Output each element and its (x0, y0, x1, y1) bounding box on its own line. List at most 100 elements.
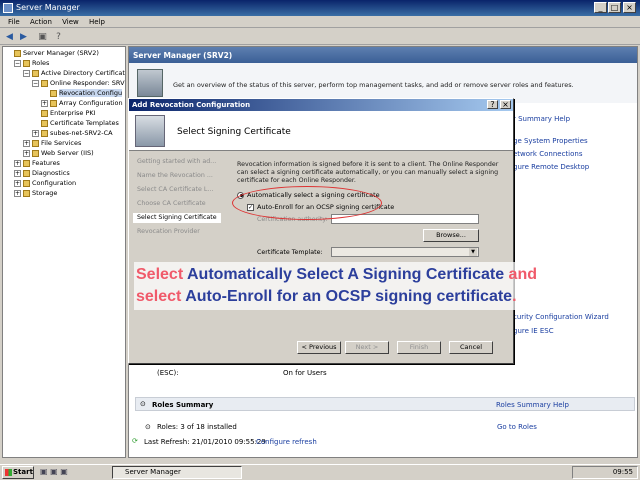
dialog-header: Select Signing Certificate (129, 111, 513, 151)
tree-node[interactable]: − Active Directory Certificate (23, 69, 126, 78)
tree-node-label: Active Directory Certificate (41, 69, 126, 77)
add-revocation-configuration-dialog: Add Revocation Configuration ? × Select … (128, 98, 514, 364)
menu-help[interactable]: Help (89, 16, 105, 28)
finish-button[interactable]: Finish (397, 341, 441, 354)
collapse-icon[interactable]: − (23, 69, 30, 77)
roles-count: Roles: 3 of 18 installed (157, 423, 237, 431)
window-title-bar[interactable]: Server Manager _ □ × (0, 0, 640, 16)
next-button[interactable]: Next > (345, 341, 389, 354)
dialog-title-bar[interactable]: Add Revocation Configuration ? × (129, 99, 513, 111)
tree-node[interactable]: + Storage (14, 189, 57, 198)
tree-node[interactable]: + Configuration (14, 179, 76, 188)
roles-collapse-icon[interactable]: ⊙ (145, 423, 151, 431)
refresh-icon[interactable]: ⟳ (132, 437, 138, 445)
tree-node[interactable]: Server Manager (SRV2) (5, 49, 99, 58)
template-select[interactable]: ▼ (331, 247, 479, 257)
tree-node-label: Server Manager (SRV2) (23, 49, 99, 57)
tree-node-label: Diagnostics (32, 169, 70, 177)
tree-node[interactable]: − Online Responder: SRV (32, 79, 125, 88)
expand-icon[interactable]: + (14, 189, 21, 197)
folder-icon (41, 109, 48, 117)
folder-icon (50, 89, 57, 97)
configure-refresh-link[interactable]: Configure refresh (256, 438, 317, 446)
tree-node[interactable]: + Diagnostics (14, 169, 70, 178)
quick-launch-icons[interactable]: ▣ ▣ ▣ (40, 467, 100, 478)
previous-button[interactable]: < Previous (297, 341, 341, 354)
roles-summary-header[interactable]: ⊙ Roles Summary Roles Summary Help (135, 397, 635, 411)
menu-file[interactable]: File (8, 16, 20, 28)
dialog-help-button[interactable]: ? (487, 100, 498, 109)
collapse-icon[interactable]: ⊙ (140, 400, 146, 408)
close-button[interactable]: × (623, 2, 636, 13)
start-button[interactable]: Start (2, 466, 34, 479)
menu-action[interactable]: Action (30, 16, 52, 28)
tree-node[interactable]: + Array Configuration (41, 99, 123, 108)
dialog-title: Add Revocation Configuration (132, 101, 251, 109)
folder-icon (23, 59, 30, 67)
maximize-button[interactable]: □ (608, 2, 621, 13)
dialog-heading: Select Signing Certificate (177, 127, 291, 137)
tree-node[interactable]: + File Services (23, 139, 81, 148)
window-title: Server Manager (16, 3, 80, 12)
taskbar-server-manager[interactable]: Server Manager (112, 466, 242, 479)
folder-icon (50, 99, 57, 107)
status-bar: ⟳ Last Refresh: 21/01/2010 09:55:29 Conf… (128, 436, 638, 448)
tutorial-caption: Select Automatically Select A Signing Ce… (134, 262, 584, 310)
security-config-wizard-link[interactable]: curity Configuration Wizard (513, 313, 609, 321)
expand-icon[interactable]: + (14, 159, 21, 167)
tree-node[interactable]: + Web Server (IIS) (23, 149, 94, 158)
tree-node-label: Storage (32, 189, 58, 197)
system-properties-link[interactable]: ge System Properties (513, 137, 588, 145)
wizard-step: Name the Revocation ... (137, 172, 213, 179)
summary-help-link[interactable]: r Summary Help (513, 115, 570, 123)
dialog-close-button[interactable]: × (500, 100, 511, 109)
up-folder-icon[interactable]: ▣ (36, 31, 49, 43)
wizard-step: Select CA Certificate L... (137, 186, 214, 193)
expand-icon[interactable]: + (41, 99, 48, 107)
folder-icon (14, 49, 21, 57)
network-connections-link[interactable]: etwork Connections (513, 150, 582, 158)
minimize-button[interactable]: _ (594, 2, 607, 13)
browse-button[interactable]: Browse... (423, 229, 479, 242)
help-icon[interactable]: ? (52, 31, 65, 43)
server-icon (137, 69, 163, 97)
folder-icon (32, 149, 39, 157)
collapse-icon[interactable]: − (32, 79, 39, 87)
expand-icon[interactable]: + (14, 179, 21, 187)
folder-icon (32, 139, 39, 147)
folder-icon (32, 69, 39, 77)
tree-node[interactable]: − Roles (14, 59, 49, 68)
folder-icon (41, 119, 48, 127)
remote-desktop-link[interactable]: gure Remote Desktop (513, 163, 589, 171)
tree-node[interactable]: Certificate Templates (32, 119, 119, 128)
tree-node[interactable]: + subes-net-SRV2-CA (32, 129, 113, 138)
folder-icon (23, 169, 30, 177)
wizard-step: Choose CA Certificate (137, 200, 206, 207)
tree-node[interactable]: + Features (14, 159, 60, 168)
wizard-step: Revocation Provider (137, 228, 200, 235)
wizard-body: Revocation information is signed before … (225, 153, 513, 353)
go-to-roles-link[interactable]: Go to Roles (497, 423, 537, 431)
console-tree: Server Manager (SRV2) − Roles − Active Direc… (2, 46, 126, 458)
tree-node[interactable]: Enterprise PKI (32, 109, 96, 118)
expand-icon[interactable]: + (14, 169, 21, 177)
back-arrow-icon[interactable]: ◀ (3, 31, 16, 43)
ie-esc-link[interactable]: gure IE ESC (513, 327, 554, 335)
expand-icon[interactable]: + (32, 129, 39, 137)
certificate-server-icon (135, 115, 165, 147)
roles-summary-help-link[interactable]: Roles Summary Help (496, 401, 569, 409)
cancel-button[interactable]: Cancel (449, 341, 493, 354)
menu-view[interactable]: View (62, 16, 79, 28)
tree-node-label: Array Configuration (59, 99, 123, 107)
expand-icon[interactable]: + (23, 149, 30, 157)
collapse-icon[interactable]: − (14, 59, 21, 67)
tree-node-label: Certificate Templates (50, 119, 119, 127)
forward-arrow-icon[interactable]: ▶ (17, 31, 30, 43)
folder-icon (23, 189, 30, 197)
tree-node-label: Configuration (32, 179, 77, 187)
tree-node[interactable]: Revocation Configu (41, 89, 123, 98)
expand-icon[interactable]: + (23, 139, 30, 147)
tree-node-label: Enterprise PKI (50, 109, 96, 117)
